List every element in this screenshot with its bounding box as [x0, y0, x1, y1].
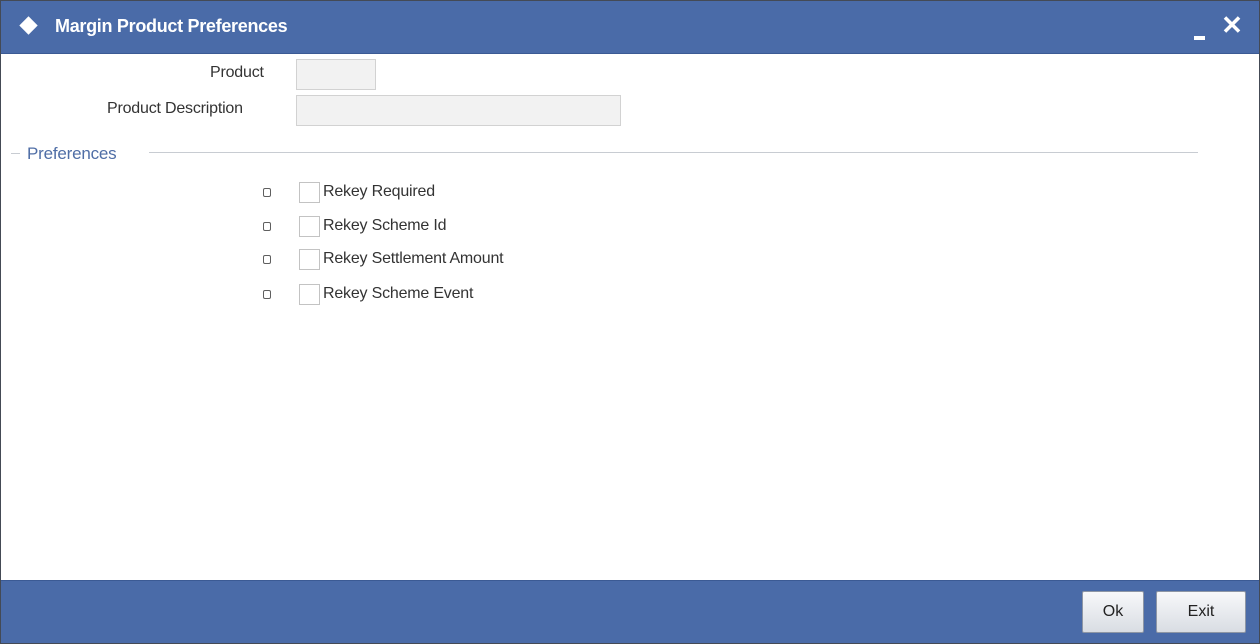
section-divider [149, 152, 1198, 153]
rekey-scheme-event-label: Rekey Scheme Event [323, 285, 474, 302]
rekey-settlement-amount-label: Rekey Settlement Amount [323, 250, 504, 267]
field-marker-icon [263, 188, 271, 197]
preference-row-rekey-scheme-id: Rekey Scheme Id [263, 215, 583, 239]
rekey-required-label: Rekey Required [323, 183, 435, 200]
preference-row-rekey-settlement-amount: Rekey Settlement Amount [263, 248, 583, 272]
product-input[interactable] [296, 59, 376, 90]
close-icon[interactable]: ✕ [1220, 11, 1244, 39]
product-label: Product [210, 64, 264, 81]
rekey-scheme-event-checkbox[interactable] [299, 284, 320, 305]
preferences-section-title: Preferences [27, 144, 117, 163]
field-marker-icon [263, 290, 271, 299]
rekey-required-checkbox[interactable] [299, 182, 320, 203]
product-description-label: Product Description [107, 100, 243, 117]
footer-bar: Ok Exit [1, 580, 1259, 643]
title-bar: Margin Product Preferences ✕ [1, 1, 1259, 54]
minimize-icon[interactable] [1194, 36, 1205, 40]
rekey-scheme-id-checkbox[interactable] [299, 216, 320, 237]
rekey-scheme-id-label: Rekey Scheme Id [323, 217, 447, 234]
diamond-icon [19, 16, 38, 35]
preference-row-rekey-scheme-event: Rekey Scheme Event [263, 283, 583, 307]
field-marker-icon [263, 255, 271, 264]
window-title: Margin Product Preferences [55, 16, 288, 36]
exit-button[interactable]: Exit [1156, 591, 1246, 633]
field-marker-icon [263, 222, 271, 231]
dialog-window: Margin Product Preferences ✕ Product Pro… [0, 0, 1260, 644]
preference-row-rekey-required: Rekey Required [263, 181, 583, 205]
ok-button[interactable]: Ok [1082, 591, 1144, 633]
product-description-input[interactable] [296, 95, 621, 126]
rekey-settlement-amount-checkbox[interactable] [299, 249, 320, 270]
section-divider-left [11, 153, 20, 154]
